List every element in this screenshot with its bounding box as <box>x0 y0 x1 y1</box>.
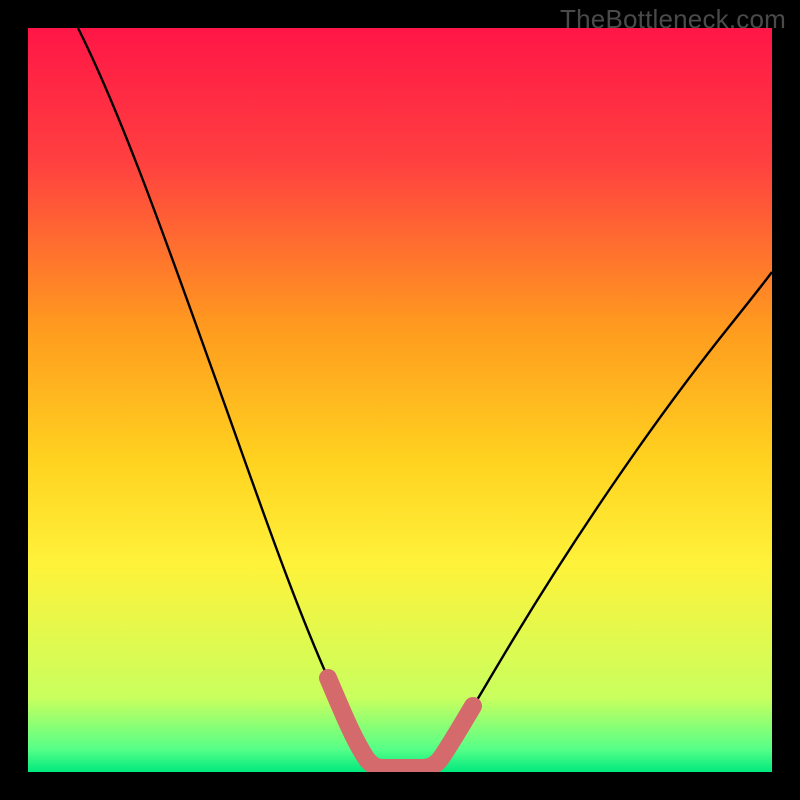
watermark-label: TheBottleneck.com <box>560 4 786 35</box>
bottleneck-curve <box>78 28 772 768</box>
chart-plot-area <box>28 28 772 772</box>
highlight-band <box>328 678 473 768</box>
chart-frame <box>28 28 772 772</box>
